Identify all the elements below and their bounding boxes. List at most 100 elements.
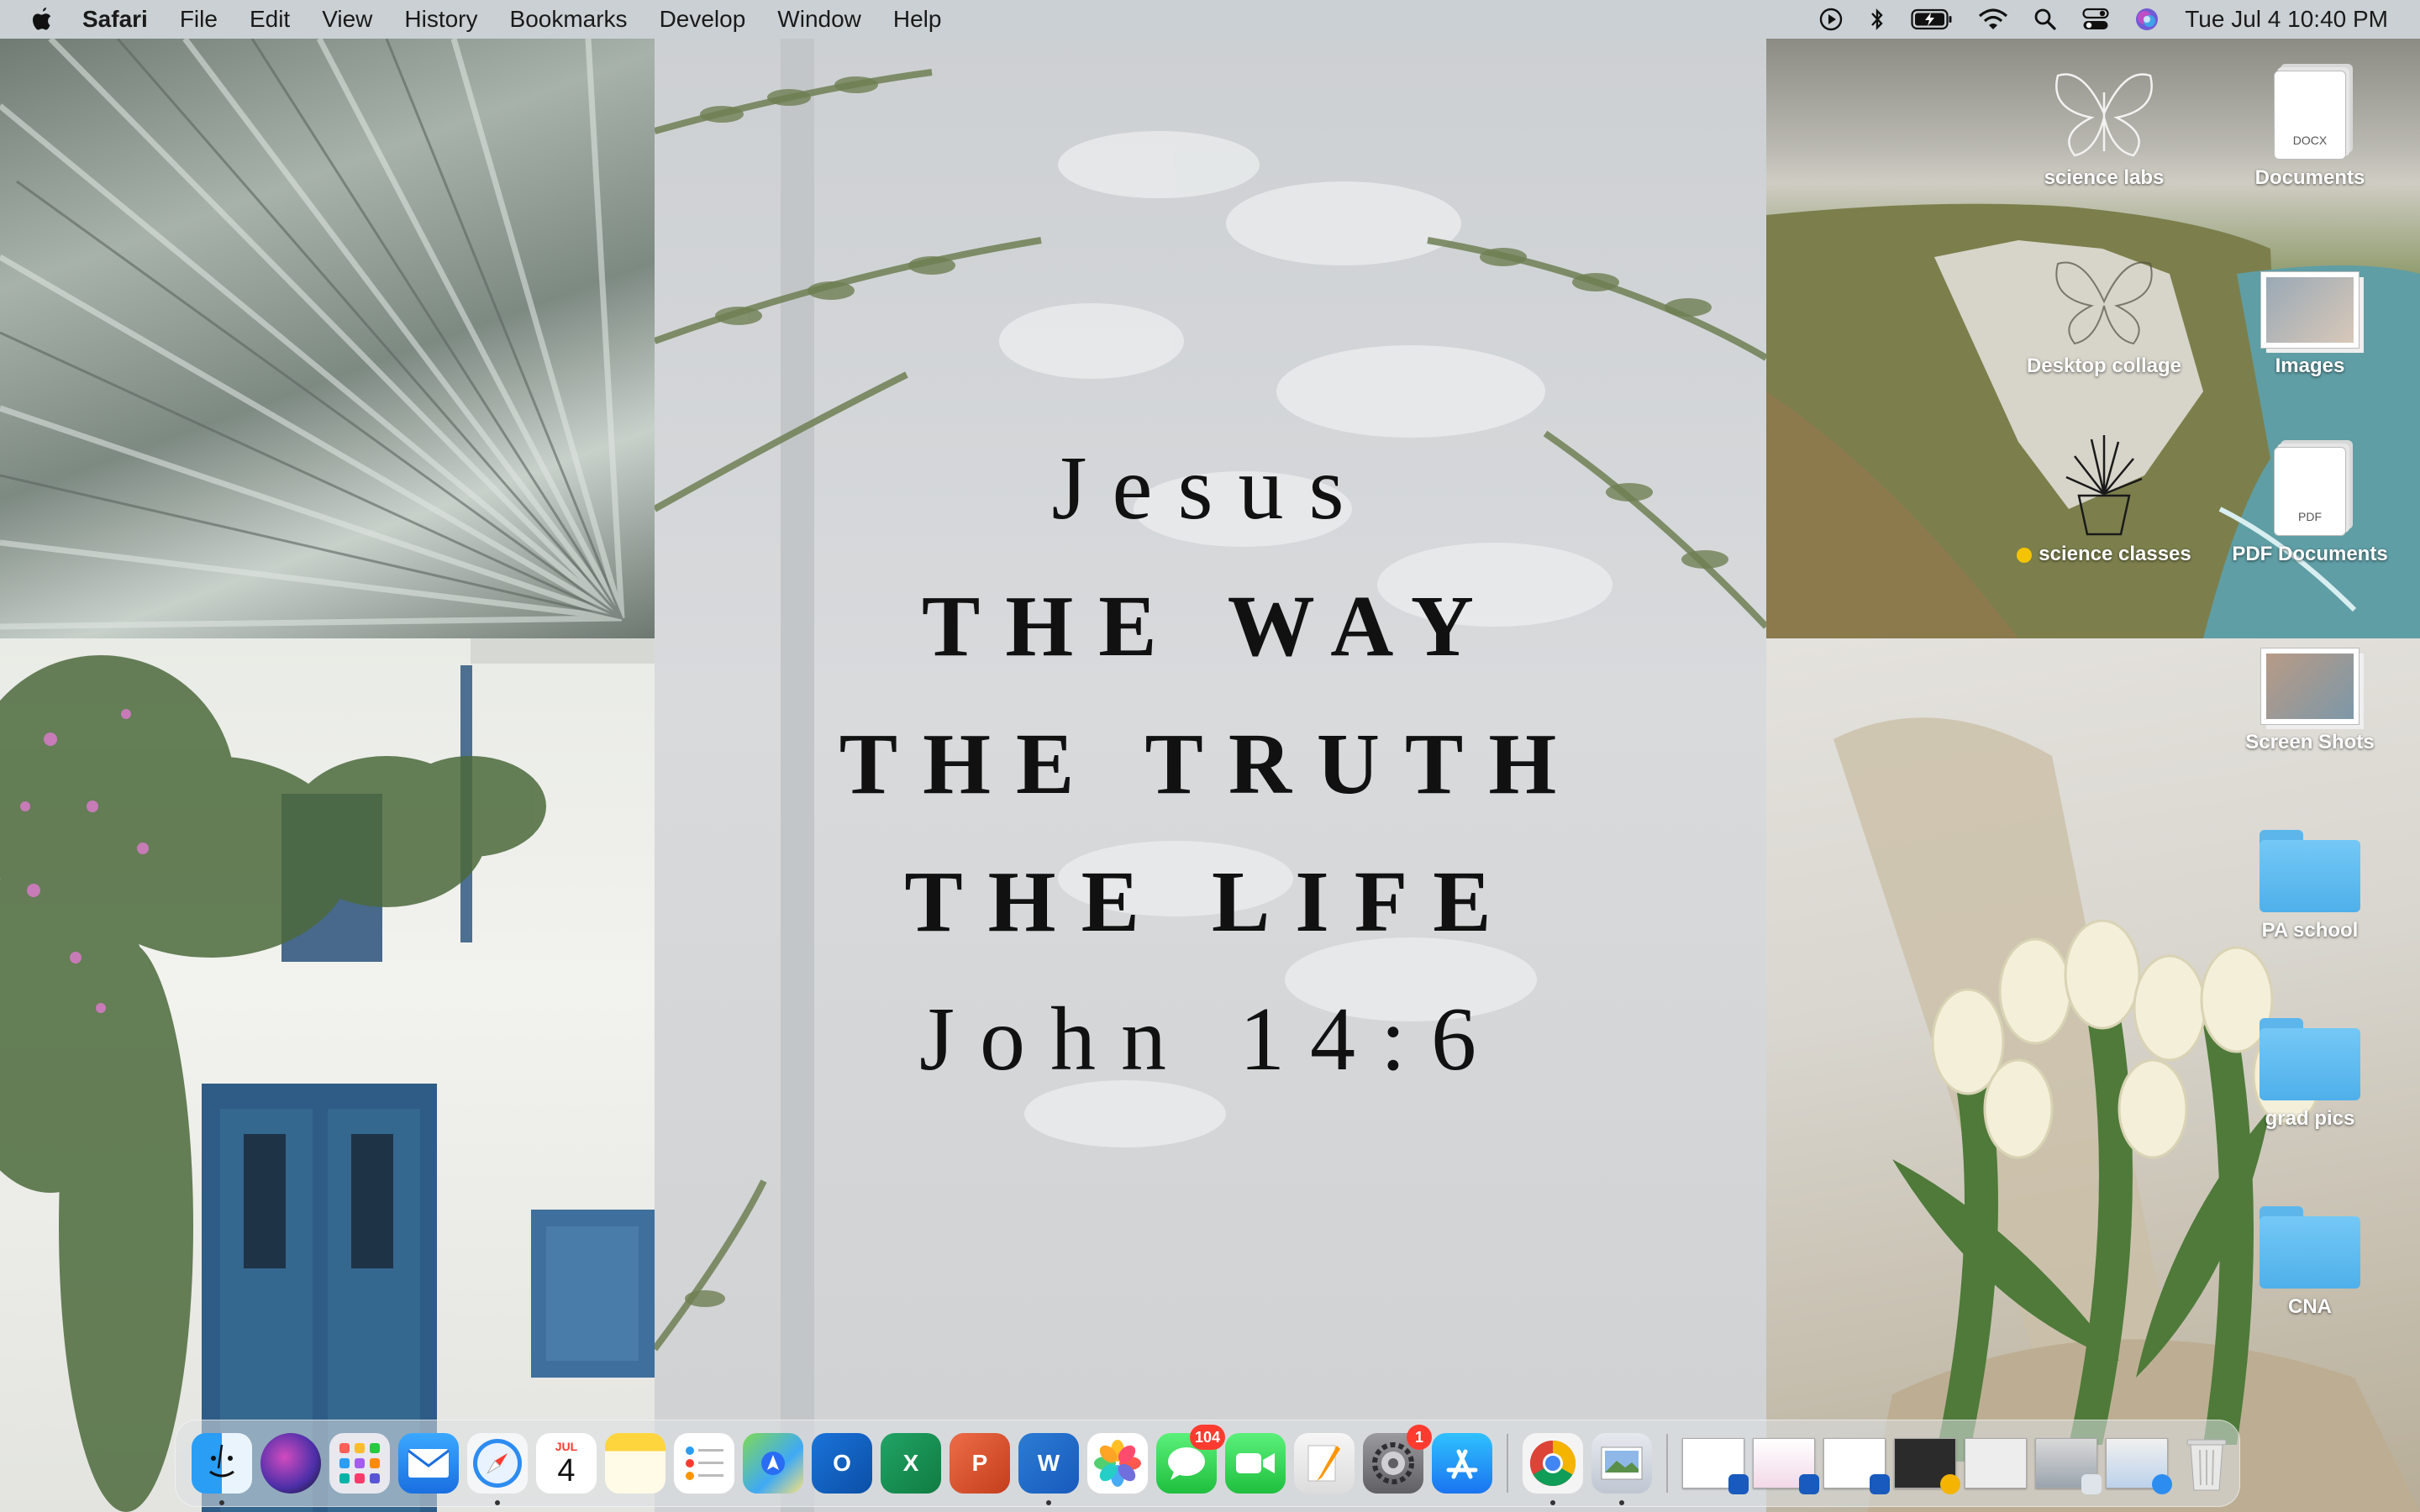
- desktop-icon-label: Desktop collage: [2026, 354, 2182, 377]
- safari-icon[interactable]: [467, 1433, 528, 1505]
- desktop-icon-science-labs[interactable]: science labs: [2012, 59, 2196, 190]
- folder-icon: [2251, 811, 2369, 912]
- verse-line-the-life: THE LIFE: [904, 853, 1517, 950]
- word-mini-icon: [1728, 1474, 1749, 1494]
- menu-develop[interactable]: Develop: [660, 6, 746, 33]
- apple-menu-icon[interactable]: [30, 6, 54, 33]
- calendar-icon[interactable]: JUL 4: [536, 1433, 597, 1494]
- facetime-icon[interactable]: [1225, 1433, 1286, 1494]
- desktop-icon-documents[interactable]: DOCX Documents: [2217, 59, 2402, 190]
- siri-icon[interactable]: [2134, 7, 2160, 32]
- desktop-icon-pa-school[interactable]: PA school: [2217, 811, 2402, 942]
- minimized-window-thumbnail[interactable]: [1894, 1438, 1960, 1494]
- launchpad-icon[interactable]: [329, 1433, 390, 1494]
- chrome-mini-icon: [1940, 1474, 1960, 1494]
- battery-charging-icon[interactable]: [1911, 8, 1953, 30]
- word-mini-icon: [1799, 1474, 1819, 1494]
- desktop-icon-label: CNA: [2288, 1295, 2332, 1318]
- word-icon[interactable]: W: [1018, 1433, 1079, 1505]
- yellow-tag-icon: [2017, 547, 2033, 563]
- excel-icon[interactable]: X: [881, 1433, 941, 1494]
- wallpaper-palm-leaves: [0, 39, 655, 638]
- now-playing-icon[interactable]: [1818, 7, 1844, 32]
- desktop-icon-pdf-documents[interactable]: PDF PDF Documents: [2217, 435, 2402, 566]
- menu-app-name[interactable]: Safari: [82, 6, 148, 33]
- wifi-icon[interactable]: [1978, 8, 2008, 31]
- palm-leaves-illustration: [0, 39, 625, 630]
- calendar-day: 4: [557, 1453, 576, 1488]
- potted-plant-icon: [2045, 435, 2163, 536]
- dock-separator: [1507, 1434, 1508, 1493]
- wallpaper-white-house: [0, 638, 655, 1512]
- minimized-window-thumbnail[interactable]: [2106, 1438, 2172, 1494]
- photo-stack-icon: [2251, 247, 2369, 348]
- status-menus: Tue Jul 4 10:40 PM: [1818, 0, 2388, 39]
- menu-bookmarks[interactable]: Bookmarks: [510, 6, 628, 33]
- running-indicator: [1046, 1500, 1051, 1505]
- desktop-icon-label: science classes: [2012, 543, 2196, 566]
- desktop-icon-grad-pics[interactable]: grad pics: [2217, 1000, 2402, 1131]
- verse-line-jesus: Jesus: [1051, 438, 1370, 538]
- maps-icon[interactable]: [743, 1433, 803, 1494]
- house-door-illustration: [0, 638, 655, 1512]
- folder-icon: [2251, 1000, 2369, 1100]
- wallpaper-verse: Jesus THE WAY THE TRUTH THE LIFE John 14…: [655, 420, 1766, 1109]
- control-center-icon[interactable]: [2082, 8, 2109, 31]
- desktop-icon-label: PDF Documents: [2232, 543, 2388, 565]
- app-store-icon[interactable]: [1432, 1433, 1492, 1494]
- calendar-month: JUL: [555, 1440, 578, 1453]
- messages-icon[interactable]: 104: [1156, 1425, 1225, 1494]
- desktop-icon-desktop-collage[interactable]: Desktop collage: [2012, 247, 2196, 378]
- finder-icon[interactable]: [192, 1433, 252, 1505]
- desktop-icon-label-text: science classes: [2039, 543, 2191, 565]
- siri-app-icon[interactable]: [260, 1433, 321, 1494]
- pages-icon[interactable]: [1294, 1433, 1355, 1494]
- spotlight-search-icon[interactable]: [2033, 8, 2057, 31]
- minimized-window-thumbnail[interactable]: [1753, 1438, 1819, 1494]
- butterfly-icon: [2045, 247, 2163, 348]
- mail-icon[interactable]: [398, 1433, 459, 1494]
- menu-file[interactable]: File: [180, 6, 218, 33]
- chrome-icon[interactable]: [1523, 1433, 1583, 1505]
- verse-line-the-way: THE WAY: [922, 578, 1499, 675]
- preview-icon[interactable]: [1591, 1433, 1652, 1505]
- photos-icon[interactable]: [1087, 1433, 1148, 1494]
- pdf-document-icon: PDF: [2251, 435, 2369, 536]
- powerpoint-icon[interactable]: P: [950, 1433, 1010, 1494]
- photo-stack-icon: [2251, 623, 2369, 724]
- dock-separator: [1666, 1434, 1668, 1493]
- desktop-icon-images[interactable]: Images: [2217, 247, 2402, 378]
- pdf-tag: PDF: [2298, 510, 2322, 523]
- desktop-icon-label: Images: [2275, 354, 2345, 377]
- butterfly-icon: [2045, 59, 2163, 160]
- folder-icon: [2251, 1188, 2369, 1289]
- menu-edit[interactable]: Edit: [250, 6, 290, 33]
- notes-icon[interactable]: [605, 1433, 666, 1494]
- menu-history[interactable]: History: [404, 6, 477, 33]
- desktop-icon-cna[interactable]: CNA: [2217, 1188, 2402, 1319]
- menu-view[interactable]: View: [322, 6, 372, 33]
- minimized-window-thumbnail[interactable]: [2035, 1438, 2102, 1494]
- menu-help[interactable]: Help: [893, 6, 942, 33]
- desktop-icon-science-classes[interactable]: science classes: [2012, 435, 2196, 566]
- desktop-icon-label: grad pics: [2265, 1107, 2355, 1130]
- minimized-window-thumbnail[interactable]: [1823, 1438, 1890, 1494]
- bluetooth-icon[interactable]: [1869, 7, 1886, 32]
- running-indicator: [495, 1500, 500, 1505]
- system-settings-icon[interactable]: 1: [1363, 1425, 1432, 1494]
- trash-icon[interactable]: [2176, 1433, 2237, 1494]
- docx-tag: DOCX: [2292, 134, 2328, 147]
- reminders-icon[interactable]: [674, 1433, 734, 1494]
- verse-reference: John 14:6: [918, 990, 1502, 1089]
- menu-clock[interactable]: Tue Jul 4 10:40 PM: [2185, 6, 2388, 33]
- minimized-window-thumbnail[interactable]: [1965, 1438, 2027, 1488]
- menu-bar: Safari File Edit View History Bookmarks …: [0, 0, 2420, 39]
- word-mini-icon: [1870, 1474, 1890, 1494]
- system-settings-badge: 1: [1407, 1425, 1432, 1450]
- menu-window[interactable]: Window: [777, 6, 861, 33]
- running-indicator: [219, 1500, 224, 1505]
- desktop-icon-screen-shots[interactable]: Screen Shots: [2217, 623, 2402, 754]
- desktop-icon-label: science labs: [2044, 166, 2165, 189]
- minimized-window-thumbnail[interactable]: [1682, 1438, 1749, 1494]
- outlook-icon[interactable]: O: [812, 1433, 872, 1494]
